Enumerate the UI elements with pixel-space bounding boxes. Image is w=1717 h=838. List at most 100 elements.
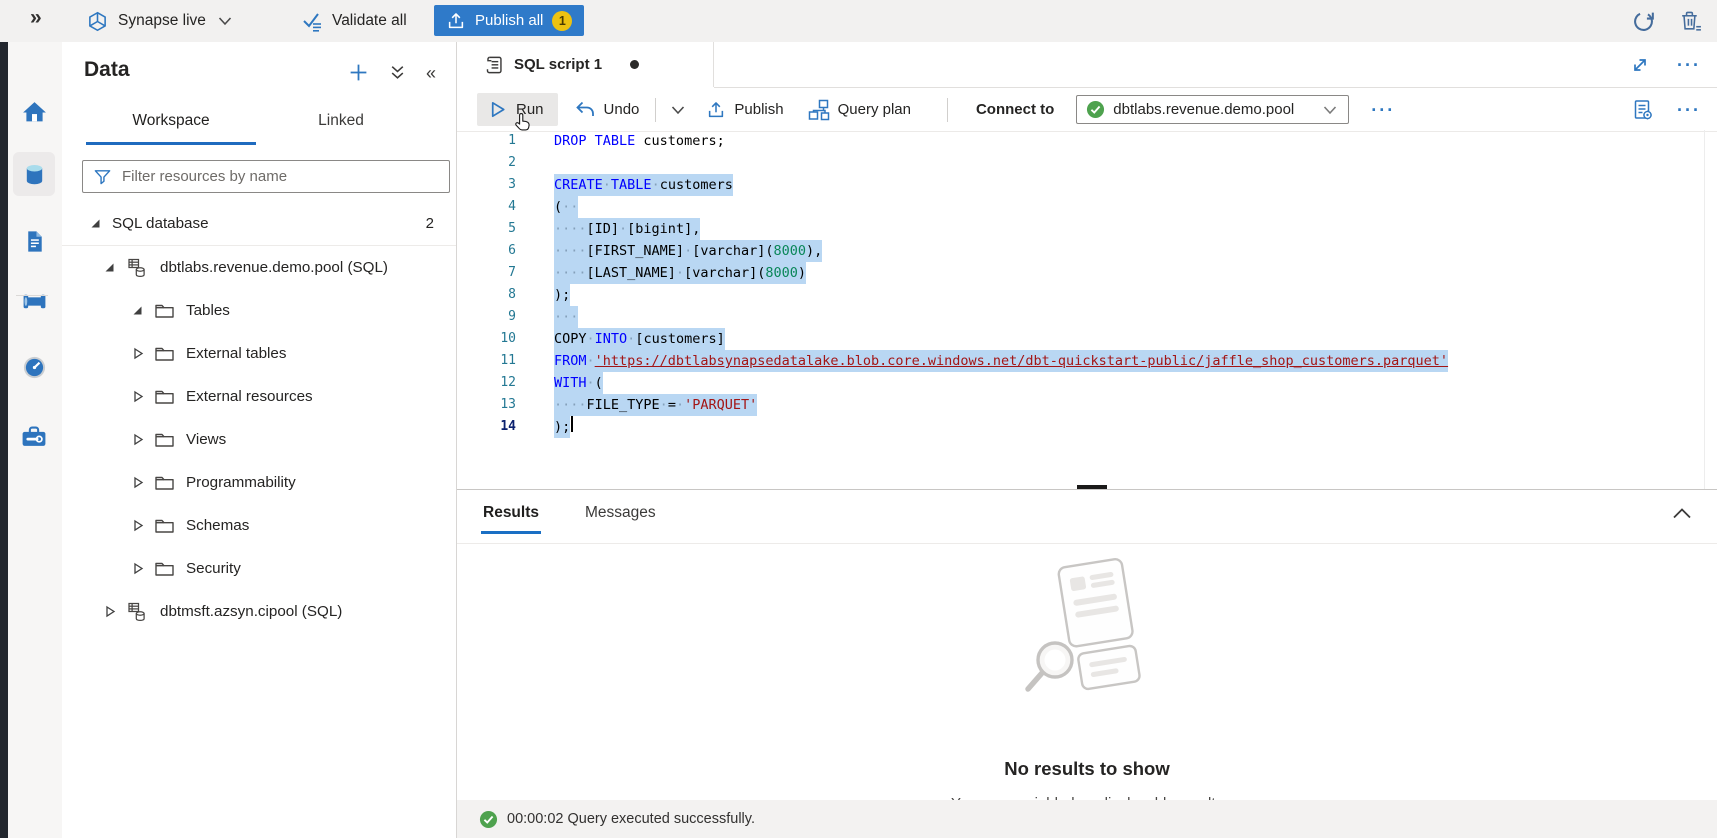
rail-item-data[interactable] [13,152,55,196]
line-number: 1 [457,130,516,152]
folder-icon [154,301,175,320]
filter-input[interactable] [120,167,449,186]
rail-item-monitor[interactable] [13,345,55,389]
caret-collapsed-icon[interactable] [131,390,144,403]
tree-item-dbtmsft-azsyn-cipool-sql[interactable]: dbtmsft.azsyn.cipool (SQL) [62,590,456,633]
line-number: 12 [457,372,516,394]
rail-item-manage[interactable] [13,414,55,458]
tree-item-sql-database[interactable]: SQL database 2 [62,202,456,246]
tree-item-label: Views [186,431,226,448]
develop-icon [22,228,47,255]
data-panel-tabs: Workspace Linked [86,102,426,145]
code-line-11[interactable]: 11FROM·'https://dbtlabsynapsedatalake.bl… [457,350,1717,372]
code-line-13[interactable]: 13····FILE_TYPE·=·'PARQUET' [457,394,1717,416]
tree-item-views[interactable]: Views [62,418,456,461]
tree-item-external-resources[interactable]: External resources [62,375,456,418]
code-line-14[interactable]: 14); [457,416,1717,438]
collapse-pane-icon[interactable]: « [426,64,436,82]
tree-item-programmability[interactable]: Programmability [62,461,456,504]
publish-all-button[interactable]: Publish all 1 [434,5,584,36]
tree-item-schemas[interactable]: Schemas [62,504,456,547]
tree-item-label: SQL database [112,215,209,232]
code-line-4[interactable]: 4(·· [457,196,1717,218]
window-edge [0,42,8,838]
publish-button[interactable]: Publish [706,100,783,120]
editor-more-icon[interactable]: ··· [1677,56,1701,74]
tab-linked[interactable]: Linked [256,102,426,145]
toolbar-right-more-icon[interactable]: ··· [1677,101,1701,119]
caret-collapsed-icon[interactable] [131,433,144,446]
toolbar-more-icon[interactable]: ··· [1371,101,1395,119]
code-line-7[interactable]: 7····[LAST_NAME]·[varchar](8000) [457,262,1717,284]
collapse-all-icon[interactable] [389,64,406,81]
tab-messages[interactable]: Messages [583,490,658,534]
run-options-dropdown[interactable] [668,100,688,120]
caret-expanded-icon[interactable] [103,261,116,274]
properties-icon[interactable] [1631,98,1655,122]
tree-item-label: Programmability [186,474,296,491]
code-line-12[interactable]: 12 WITH·( [457,372,1717,394]
editor-scrollbar[interactable] [1704,130,1705,489]
caret-collapsed-icon[interactable] [131,476,144,489]
code-line-3[interactable]: 3CREATE·TABLE·customers [457,174,1717,196]
code-line-6[interactable]: 6····[FIRST_NAME]·[varchar](8000), [457,240,1717,262]
run-button[interactable]: Run [477,93,558,126]
caret-expanded-icon[interactable] [131,304,144,317]
tree-item-tables[interactable]: Tables [62,289,456,332]
tab-workspace[interactable]: Workspace [86,102,256,145]
rail-item-home[interactable] [13,90,55,134]
expand-editor-icon[interactable] [1629,54,1651,76]
code-line-text: ); [554,416,570,438]
publish-count-badge: 1 [552,11,572,31]
rail-divider [16,295,48,296]
line-number: 2 [457,152,516,174]
caret-collapsed-icon[interactable] [131,562,144,575]
publish-icon [706,100,726,120]
sql-code-editor[interactable]: 1DROP TABLE customers;23CREATE·TABLE·cus… [457,130,1717,489]
undo-icon [574,99,596,121]
publish-all-label: Publish all [475,12,543,29]
expand-apps-icon[interactable]: » [30,6,42,30]
collapse-results-icon[interactable] [1671,506,1693,520]
publish-label: Publish [734,101,783,118]
tree-item-dbtlabs-revenue-demo-pool-sql[interactable]: dbtlabs.revenue.demo.pool (SQL) [62,246,456,289]
rail-item-integrate[interactable] [13,279,55,323]
unsaved-dot-icon [630,60,639,69]
splitter-grip[interactable] [1077,485,1107,489]
code-line-1[interactable]: 1DROP TABLE customers; [457,130,1717,152]
code-line-5[interactable]: 5····[ID]·[bigint], [457,218,1717,240]
tree-item-count: 2 [426,215,434,232]
synapse-live-icon [86,10,109,33]
code-line-text: WITH·( [554,372,603,394]
line-number: 11 [457,350,516,372]
tree-item-security[interactable]: Security [62,547,456,590]
code-line-2[interactable]: 2 [457,152,1717,174]
filter-icon [93,167,112,186]
code-line-10[interactable]: 10COPY·INTO·[customers] [457,328,1717,350]
code-line-text: ····[LAST_NAME]·[varchar](8000) [554,262,806,284]
tab-sql-script-1[interactable]: SQL script 1 [457,42,714,87]
home-icon [21,99,48,126]
caret-expanded-icon[interactable] [89,217,102,230]
validate-all-button[interactable]: Validate all [300,0,407,42]
refresh-icon[interactable] [1631,9,1656,34]
add-resource-icon[interactable] [348,62,369,83]
caret-collapsed-icon[interactable] [131,519,144,532]
connection-dropdown[interactable]: dbtlabs.revenue.demo.pool [1076,95,1349,124]
code-line-9[interactable]: 9··· [457,306,1717,328]
code-line-8[interactable]: 8); [457,284,1717,306]
query-plan-button[interactable]: Query plan [808,99,911,121]
tab-results[interactable]: Results [481,490,541,534]
code-line-text: ··· [554,306,578,328]
caret-collapsed-icon[interactable] [103,605,116,618]
caret-collapsed-icon[interactable] [131,347,144,360]
tree-item-external-tables[interactable]: External tables [62,332,456,375]
rail-item-develop[interactable] [13,219,55,263]
undo-button[interactable]: Undo [574,99,640,121]
discard-all-icon[interactable] [1678,9,1703,34]
text-cursor [571,416,573,432]
mode-selector[interactable]: Synapse live [86,0,235,42]
success-check-icon [479,810,498,829]
filter-box [82,160,450,193]
folder-icon [154,516,175,535]
